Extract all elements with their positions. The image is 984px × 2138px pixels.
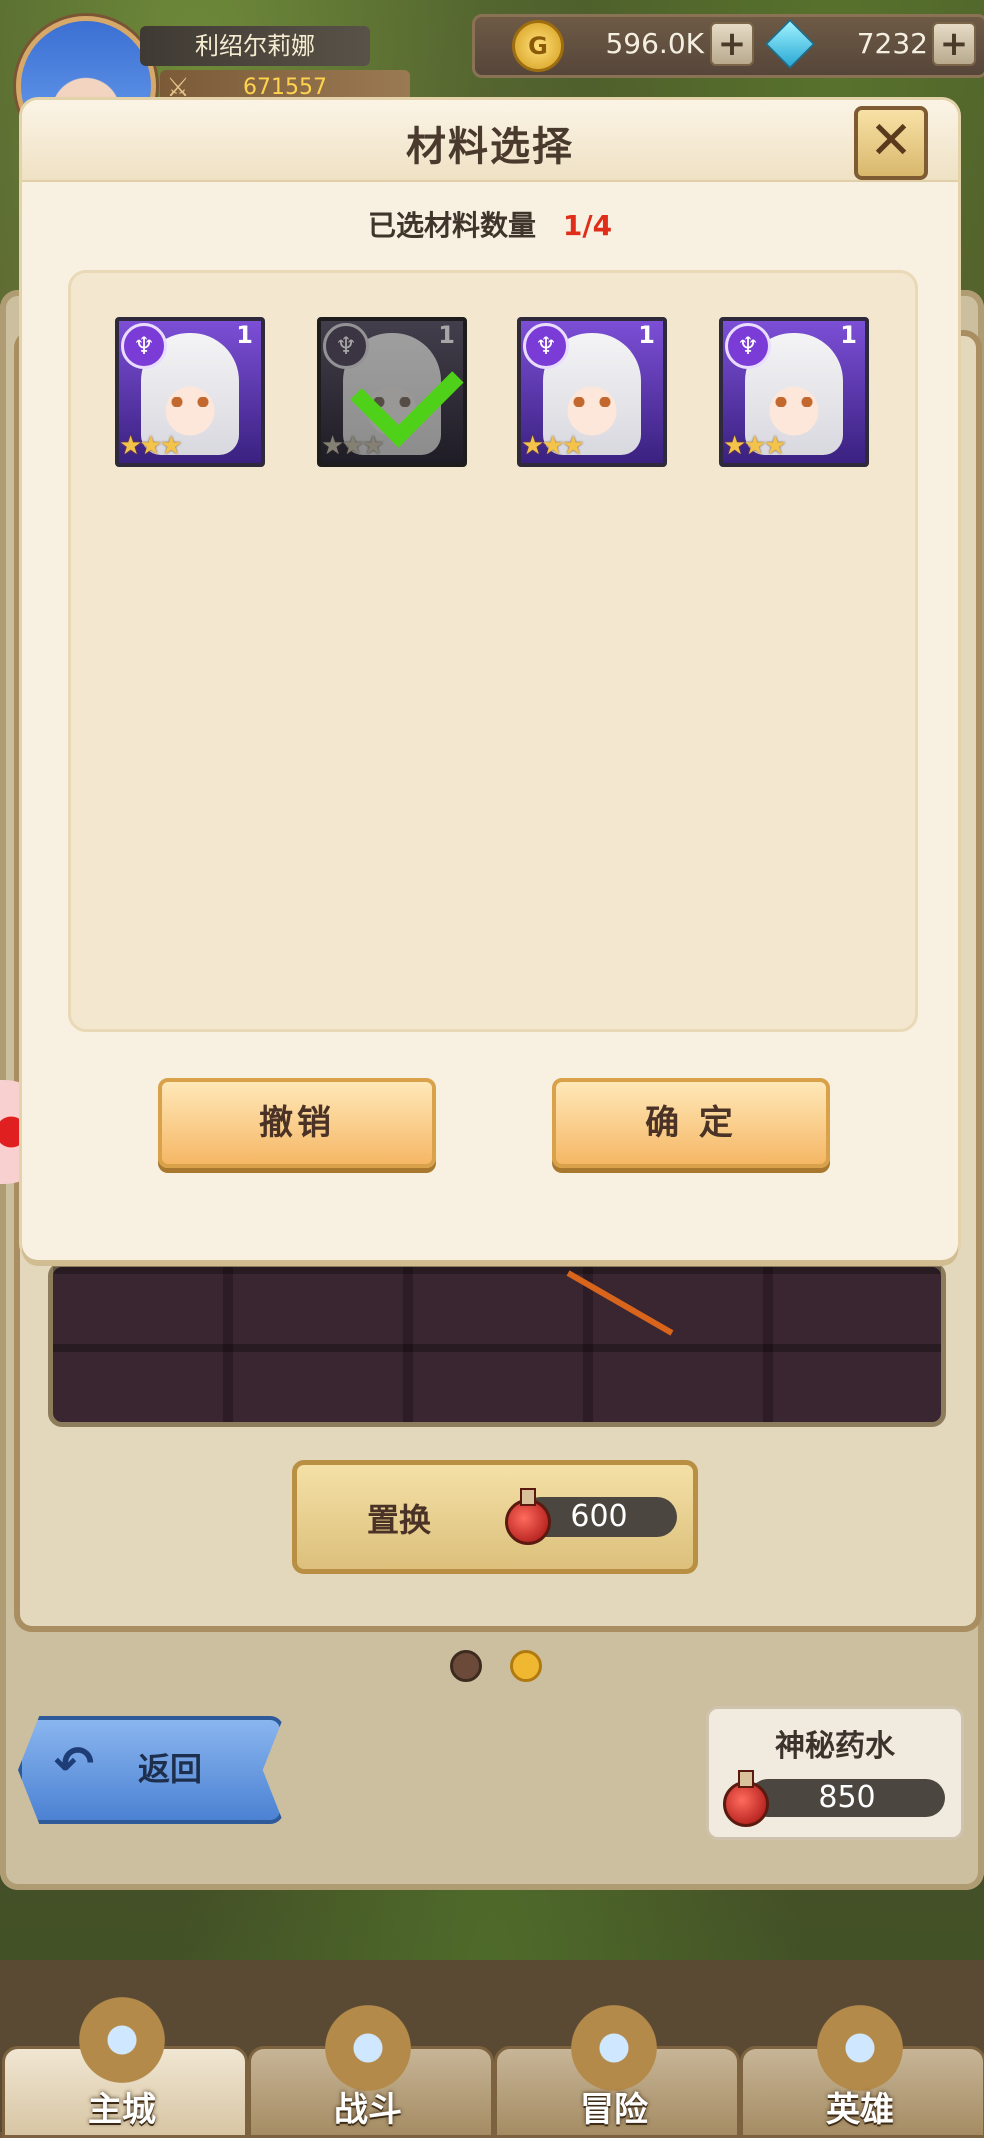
hero-eyes — [169, 397, 211, 407]
confirm-button[interactable]: 确 定 — [552, 1078, 830, 1168]
swap-label: 置换 — [367, 1501, 432, 1539]
return-arrow-icon: ↶ — [54, 1736, 95, 1792]
page-dot-2[interactable] — [510, 1650, 542, 1682]
nav-label-adventure: 冒险 — [580, 2090, 648, 2130]
selected-count-label: 已选材料数量 — [367, 209, 536, 242]
page-dot-1[interactable] — [450, 1650, 482, 1682]
star-rating: ★★★ — [119, 431, 183, 461]
material-card[interactable]: ♆ 1 ★★★ — [115, 317, 265, 467]
material-level: 1 — [840, 321, 857, 349]
material-card[interactable]: ♆ 1 ★★★ — [719, 317, 869, 467]
material-level: 1 — [638, 321, 655, 349]
selected-count-row: 已选材料数量 1/4 — [22, 204, 958, 244]
close-icon[interactable]: ✕ — [854, 106, 928, 180]
coin-amount: 596.0K — [605, 27, 704, 60]
mystic-potion-card: 神秘药水 850 — [706, 1706, 964, 1840]
potion-icon — [505, 1488, 551, 1545]
material-level: 1 — [438, 321, 455, 349]
class-icon: ♆ — [323, 323, 369, 369]
star-rating: ★★★ — [723, 431, 787, 461]
player-name: 利绍尔莉娜 — [140, 26, 370, 66]
class-icon: ♆ — [523, 323, 569, 369]
nav-label-main-city: 主城 — [88, 2090, 156, 2130]
cancel-button[interactable]: 撤销 — [158, 1078, 436, 1168]
material-card[interactable]: ♆ 1 ★★★ — [517, 317, 667, 467]
class-icon: ♆ — [121, 323, 167, 369]
add-gems-button[interactable]: + — [932, 22, 976, 66]
floor-tiles — [48, 1262, 946, 1427]
material-select-modal: 材料选择 ✕ 已选材料数量 1/4 ♆ 1 ★★★ ♆ 1 ★★★ ♆ 1 ★★… — [22, 100, 958, 1260]
potion-icon — [723, 1770, 769, 1827]
nav-label-heroes: 英雄 — [826, 2090, 894, 2130]
potion-title: 神秘药水 — [775, 1729, 895, 1764]
nav-label-battle: 战斗 — [334, 2090, 402, 2130]
hero-eyes — [571, 397, 613, 407]
class-icon: ♆ — [725, 323, 771, 369]
material-level: 1 — [236, 321, 253, 349]
potion-count: 850 — [749, 1779, 945, 1817]
swap-button[interactable]: 置换 600 — [292, 1460, 698, 1574]
modal-title: 材料选择 — [406, 124, 574, 170]
hero-eyes — [773, 397, 815, 407]
materials-grid: ♆ 1 ★★★ ♆ 1 ★★★ ♆ 1 ★★★ ♆ 1 ★★★ — [68, 270, 918, 1032]
add-coins-button[interactable]: + — [710, 22, 754, 66]
castle-icon — [72, 1990, 172, 2090]
coin-icon: G — [512, 20, 564, 72]
star-rating: ★★★ — [321, 431, 385, 461]
selected-count-value: 1/4 — [562, 209, 613, 242]
gem-amount: 7232 — [856, 27, 928, 60]
star-rating: ★★★ — [521, 431, 585, 461]
back-label: 返回 — [138, 1750, 203, 1788]
